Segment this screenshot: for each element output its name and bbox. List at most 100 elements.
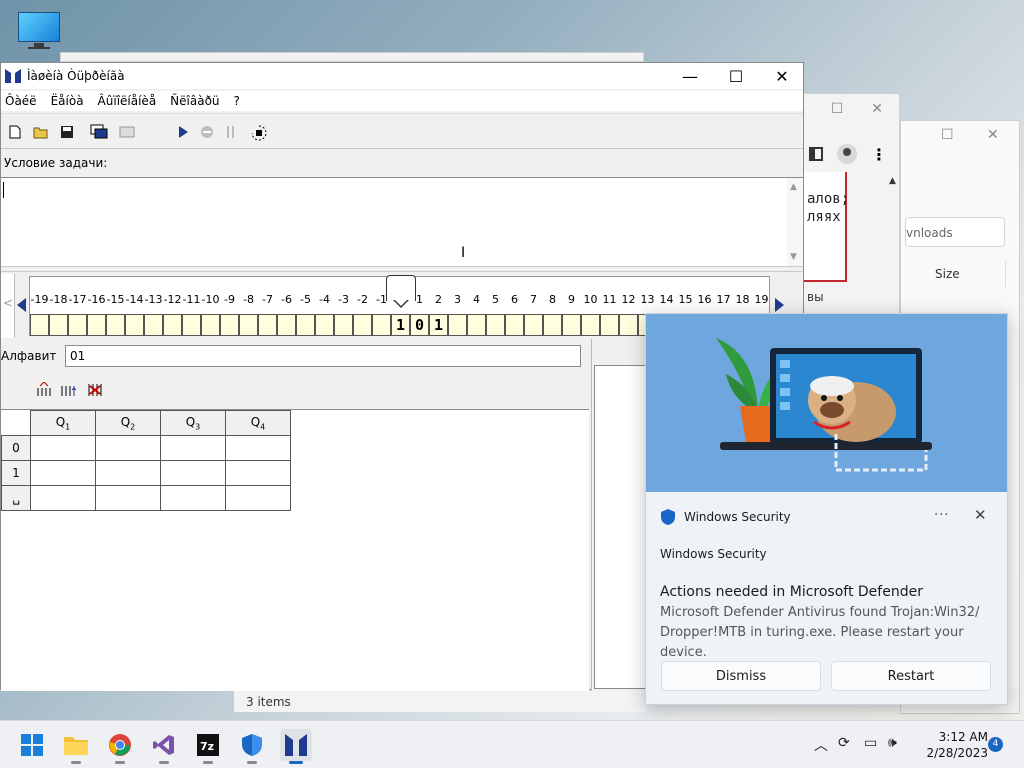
minimize-button[interactable]: — (667, 63, 713, 89)
table-cell[interactable] (30, 460, 96, 486)
this-pc-icon[interactable] (16, 10, 62, 50)
insert-column-icon[interactable] (35, 379, 55, 401)
clear-tape-icon[interactable] (117, 122, 137, 142)
tape-cell[interactable] (524, 314, 543, 336)
alphabet-input[interactable]: 01 (65, 345, 581, 367)
table-cell[interactable] (95, 485, 161, 511)
row-header-0[interactable]: 0 (1, 435, 31, 461)
scroll-down-icon[interactable]: ▼ (790, 252, 797, 262)
defender-notification[interactable]: Windows Security ··· ✕ Windows Security … (645, 313, 1008, 705)
search-downloads-input[interactable]: vnloads (905, 217, 1005, 247)
tape-cell[interactable] (106, 314, 125, 336)
table-cell[interactable] (225, 460, 291, 486)
run-icon[interactable] (173, 122, 193, 142)
chevron-up-icon[interactable]: ︿ (814, 735, 828, 755)
close-icon[interactable]: ✕ (871, 101, 883, 117)
tape-head[interactable] (386, 275, 416, 301)
maximize-button[interactable]: ☐ (713, 63, 759, 89)
network-icon[interactable]: ▭ (864, 735, 877, 751)
tape-cell[interactable] (543, 314, 562, 336)
tape-cell[interactable]: 1 (391, 314, 410, 336)
maximize-icon[interactable]: ☐ (831, 101, 844, 117)
table-cell[interactable] (95, 435, 161, 461)
tape-cell[interactable] (49, 314, 68, 336)
tape-cell[interactable] (562, 314, 581, 336)
tape-cell[interactable] (334, 314, 353, 336)
visual-studio-icon[interactable] (148, 729, 180, 764)
tape-cell[interactable] (600, 314, 619, 336)
tape-cell[interactable] (30, 314, 49, 336)
7zip-icon[interactable]: 7z (192, 729, 224, 764)
tape-right-arrow-icon[interactable] (775, 298, 784, 312)
table-cell[interactable] (30, 435, 96, 461)
close-icon[interactable]: ✕ (974, 506, 987, 524)
tape-cell[interactable] (68, 314, 87, 336)
vertical-scrollbar[interactable]: ▲ ▼ (787, 178, 803, 266)
table-cell[interactable] (30, 485, 96, 511)
close-button[interactable]: ✕ (759, 63, 805, 89)
load-tape-icon[interactable] (89, 122, 109, 142)
column-header-q2[interactable]: Q2 (95, 410, 161, 436)
tape-cell[interactable] (619, 314, 638, 336)
system-clock[interactable]: 3:12 AM 2/28/2023 (912, 729, 988, 761)
open-folder-icon[interactable] (31, 122, 51, 142)
file-explorer-icon[interactable] (60, 729, 92, 764)
notification-badge[interactable]: 4 (988, 737, 1003, 752)
windows-security-icon[interactable] (236, 729, 268, 764)
table-cell[interactable] (160, 460, 226, 486)
delete-column-icon[interactable] (85, 379, 105, 401)
tape-cell[interactable] (467, 314, 486, 336)
tape-cell[interactable] (581, 314, 600, 336)
tape-cell[interactable] (277, 314, 296, 336)
scroll-up-icon[interactable]: ▲ (790, 182, 797, 192)
tape-cell[interactable] (353, 314, 372, 336)
menu-file[interactable]: Ôàéë (5, 94, 37, 108)
sync-icon[interactable]: ⟳ (838, 735, 850, 751)
more-options-icon[interactable]: ··· (934, 508, 949, 523)
save-icon[interactable] (57, 122, 77, 142)
condition-textarea[interactable]: ▲ ▼ (1, 177, 803, 267)
new-file-icon[interactable] (5, 122, 25, 142)
row-header-blank[interactable]: ␣ (1, 485, 31, 511)
column-header-q1[interactable]: Q1 (30, 410, 96, 436)
title-bar[interactable]: Ìàøèíà Òüþðèíãà — ☐ ✕ (1, 63, 803, 89)
tape-left-arrow-icon[interactable] (17, 298, 26, 312)
tape-cell[interactable] (144, 314, 163, 336)
background-browser-window[interactable]: ☐ ✕ ⋮ алов; ляях вы ▲ (802, 93, 900, 323)
stop-icon[interactable] (197, 122, 217, 142)
tape-cell[interactable] (182, 314, 201, 336)
tape-cell[interactable] (239, 314, 258, 336)
sidebar-toggle-icon[interactable] (809, 147, 823, 161)
table-cell[interactable] (160, 485, 226, 511)
column-header-q4[interactable]: Q4 (225, 410, 291, 436)
chrome-icon[interactable] (104, 729, 136, 764)
close-icon[interactable]: ✕ (987, 127, 999, 143)
tape-cell[interactable] (125, 314, 144, 336)
row-header-1[interactable]: 1 (1, 460, 31, 486)
tape-cell[interactable] (372, 314, 391, 336)
step-icon[interactable] (249, 122, 269, 142)
table-cell[interactable] (225, 485, 291, 511)
volume-icon[interactable]: 🕪 (888, 735, 897, 751)
tape-cell[interactable] (163, 314, 182, 336)
tape-cell[interactable]: 1 (429, 314, 448, 336)
tape-cell[interactable] (505, 314, 524, 336)
tape-cell[interactable] (87, 314, 106, 336)
tape-cell[interactable] (315, 314, 334, 336)
table-cell[interactable] (160, 435, 226, 461)
dismiss-button[interactable]: Dismiss (661, 661, 821, 691)
tape-cell[interactable] (258, 314, 277, 336)
table-cell[interactable] (95, 460, 161, 486)
scroll-up-icon[interactable]: ▲ (889, 176, 896, 186)
tape-cell[interactable] (220, 314, 239, 336)
tape-cell[interactable] (201, 314, 220, 336)
turing-machine-icon[interactable] (280, 729, 312, 764)
restart-button[interactable]: Restart (831, 661, 991, 691)
menu-run[interactable]: Âûïîëíåíèå (98, 94, 157, 108)
tape-cell[interactable] (296, 314, 315, 336)
menu-dictionary[interactable]: Ñëîâàðü (170, 94, 219, 108)
column-header-size[interactable]: Size (935, 267, 960, 281)
menu-help[interactable]: ? (234, 94, 240, 108)
profile-avatar-icon[interactable] (837, 144, 857, 164)
pause-icon[interactable] (221, 122, 241, 142)
